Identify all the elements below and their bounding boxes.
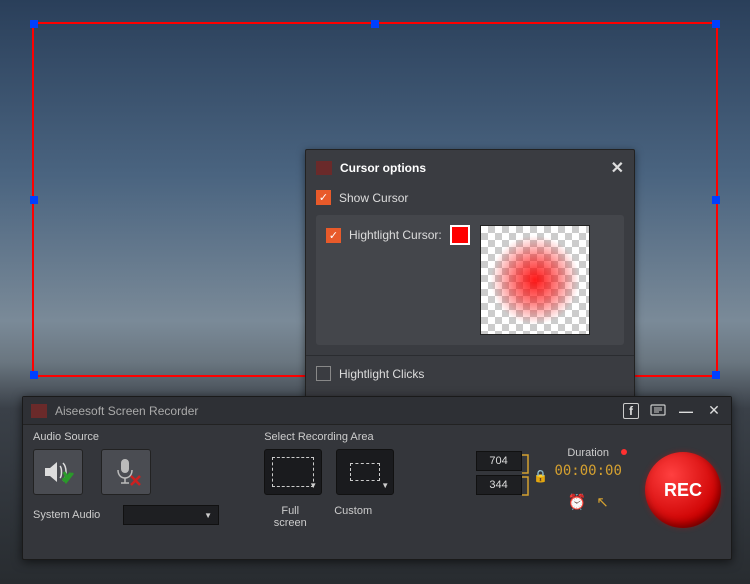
cursor-icon[interactable]: ↖ <box>596 493 609 511</box>
record-button[interactable]: REC <box>645 452 721 528</box>
show-cursor-label: Show Cursor <box>339 191 408 205</box>
app-window: Aiseesoft Screen Recorder f — ✕ Audio So… <box>22 396 732 560</box>
close-icon[interactable]: ✕ <box>705 402 723 420</box>
app-title: Aiseesoft Screen Recorder <box>55 404 198 418</box>
highlight-clicks-checkbox[interactable] <box>316 366 331 381</box>
app-icon <box>316 161 332 175</box>
mic-dropdown[interactable] <box>123 505 219 525</box>
show-cursor-checkbox[interactable]: ✓ <box>316 190 331 205</box>
selection-handle-tr[interactable] <box>712 20 720 28</box>
highlight-cursor-panel: ✓ Hightlight Cursor: <box>316 215 624 345</box>
highlight-clicks-row: Hightlight Clicks <box>306 355 634 391</box>
area-section-label: Select Recording Area <box>264 431 463 443</box>
show-cursor-row: ✓ Show Cursor <box>306 186 634 209</box>
lock-bracket <box>521 453 533 497</box>
speaker-icon <box>41 457 75 487</box>
fullscreen-button[interactable]: ▼ <box>264 449 322 495</box>
duration-time: 00:00:00 <box>543 463 633 479</box>
highlight-cursor-label: Hightlight Cursor: <box>349 228 442 242</box>
selection-handle-br[interactable] <box>712 371 720 379</box>
alarm-icon[interactable]: ⏰ <box>568 493 587 511</box>
minimize-icon[interactable]: — <box>677 402 695 420</box>
cursor-options-dialog: Cursor options ✕ ✓ Show Cursor ✓ Hightli… <box>305 149 635 434</box>
close-icon[interactable]: ✕ <box>611 158 624 178</box>
record-label: REC <box>664 480 702 501</box>
app-icon <box>31 404 47 418</box>
highlight-preview <box>480 225 590 335</box>
fullscreen-label: Full screen <box>264 505 316 529</box>
highlight-color-swatch[interactable] <box>450 225 470 245</box>
app-titlebar[interactable]: Aiseesoft Screen Recorder f — ✕ <box>23 397 731 425</box>
custom-area-icon <box>350 463 380 481</box>
fullscreen-icon <box>272 457 314 487</box>
width-field[interactable]: 704 <box>476 451 522 471</box>
duration-label: Duration <box>543 447 633 459</box>
facebook-icon[interactable]: f <box>623 403 639 419</box>
chevron-down-icon: ▼ <box>381 481 389 490</box>
selection-handle-ml[interactable] <box>30 196 38 204</box>
dialog-titlebar[interactable]: Cursor options ✕ <box>306 150 634 186</box>
system-audio-label: System Audio <box>33 509 109 521</box>
selection-handle-tm[interactable] <box>371 20 379 28</box>
selection-handle-bl[interactable] <box>30 371 38 379</box>
height-field[interactable]: 344 <box>476 475 522 495</box>
audio-section-label: Audio Source <box>33 431 252 443</box>
dialog-title: Cursor options <box>340 161 426 175</box>
custom-label: Custom <box>334 505 372 529</box>
microphone-button[interactable] <box>101 449 151 495</box>
highlight-clicks-label: Hightlight Clicks <box>339 367 424 381</box>
feedback-icon[interactable] <box>649 402 667 420</box>
custom-area-button[interactable]: ▼ <box>336 449 394 495</box>
microphone-icon <box>109 456 143 488</box>
system-audio-button[interactable] <box>33 449 83 495</box>
rec-indicator-dot <box>621 449 627 455</box>
highlight-cursor-checkbox[interactable]: ✓ <box>326 228 341 243</box>
selection-handle-tl[interactable] <box>30 20 38 28</box>
selection-handle-mr[interactable] <box>712 196 720 204</box>
chevron-down-icon: ▼ <box>309 481 317 490</box>
